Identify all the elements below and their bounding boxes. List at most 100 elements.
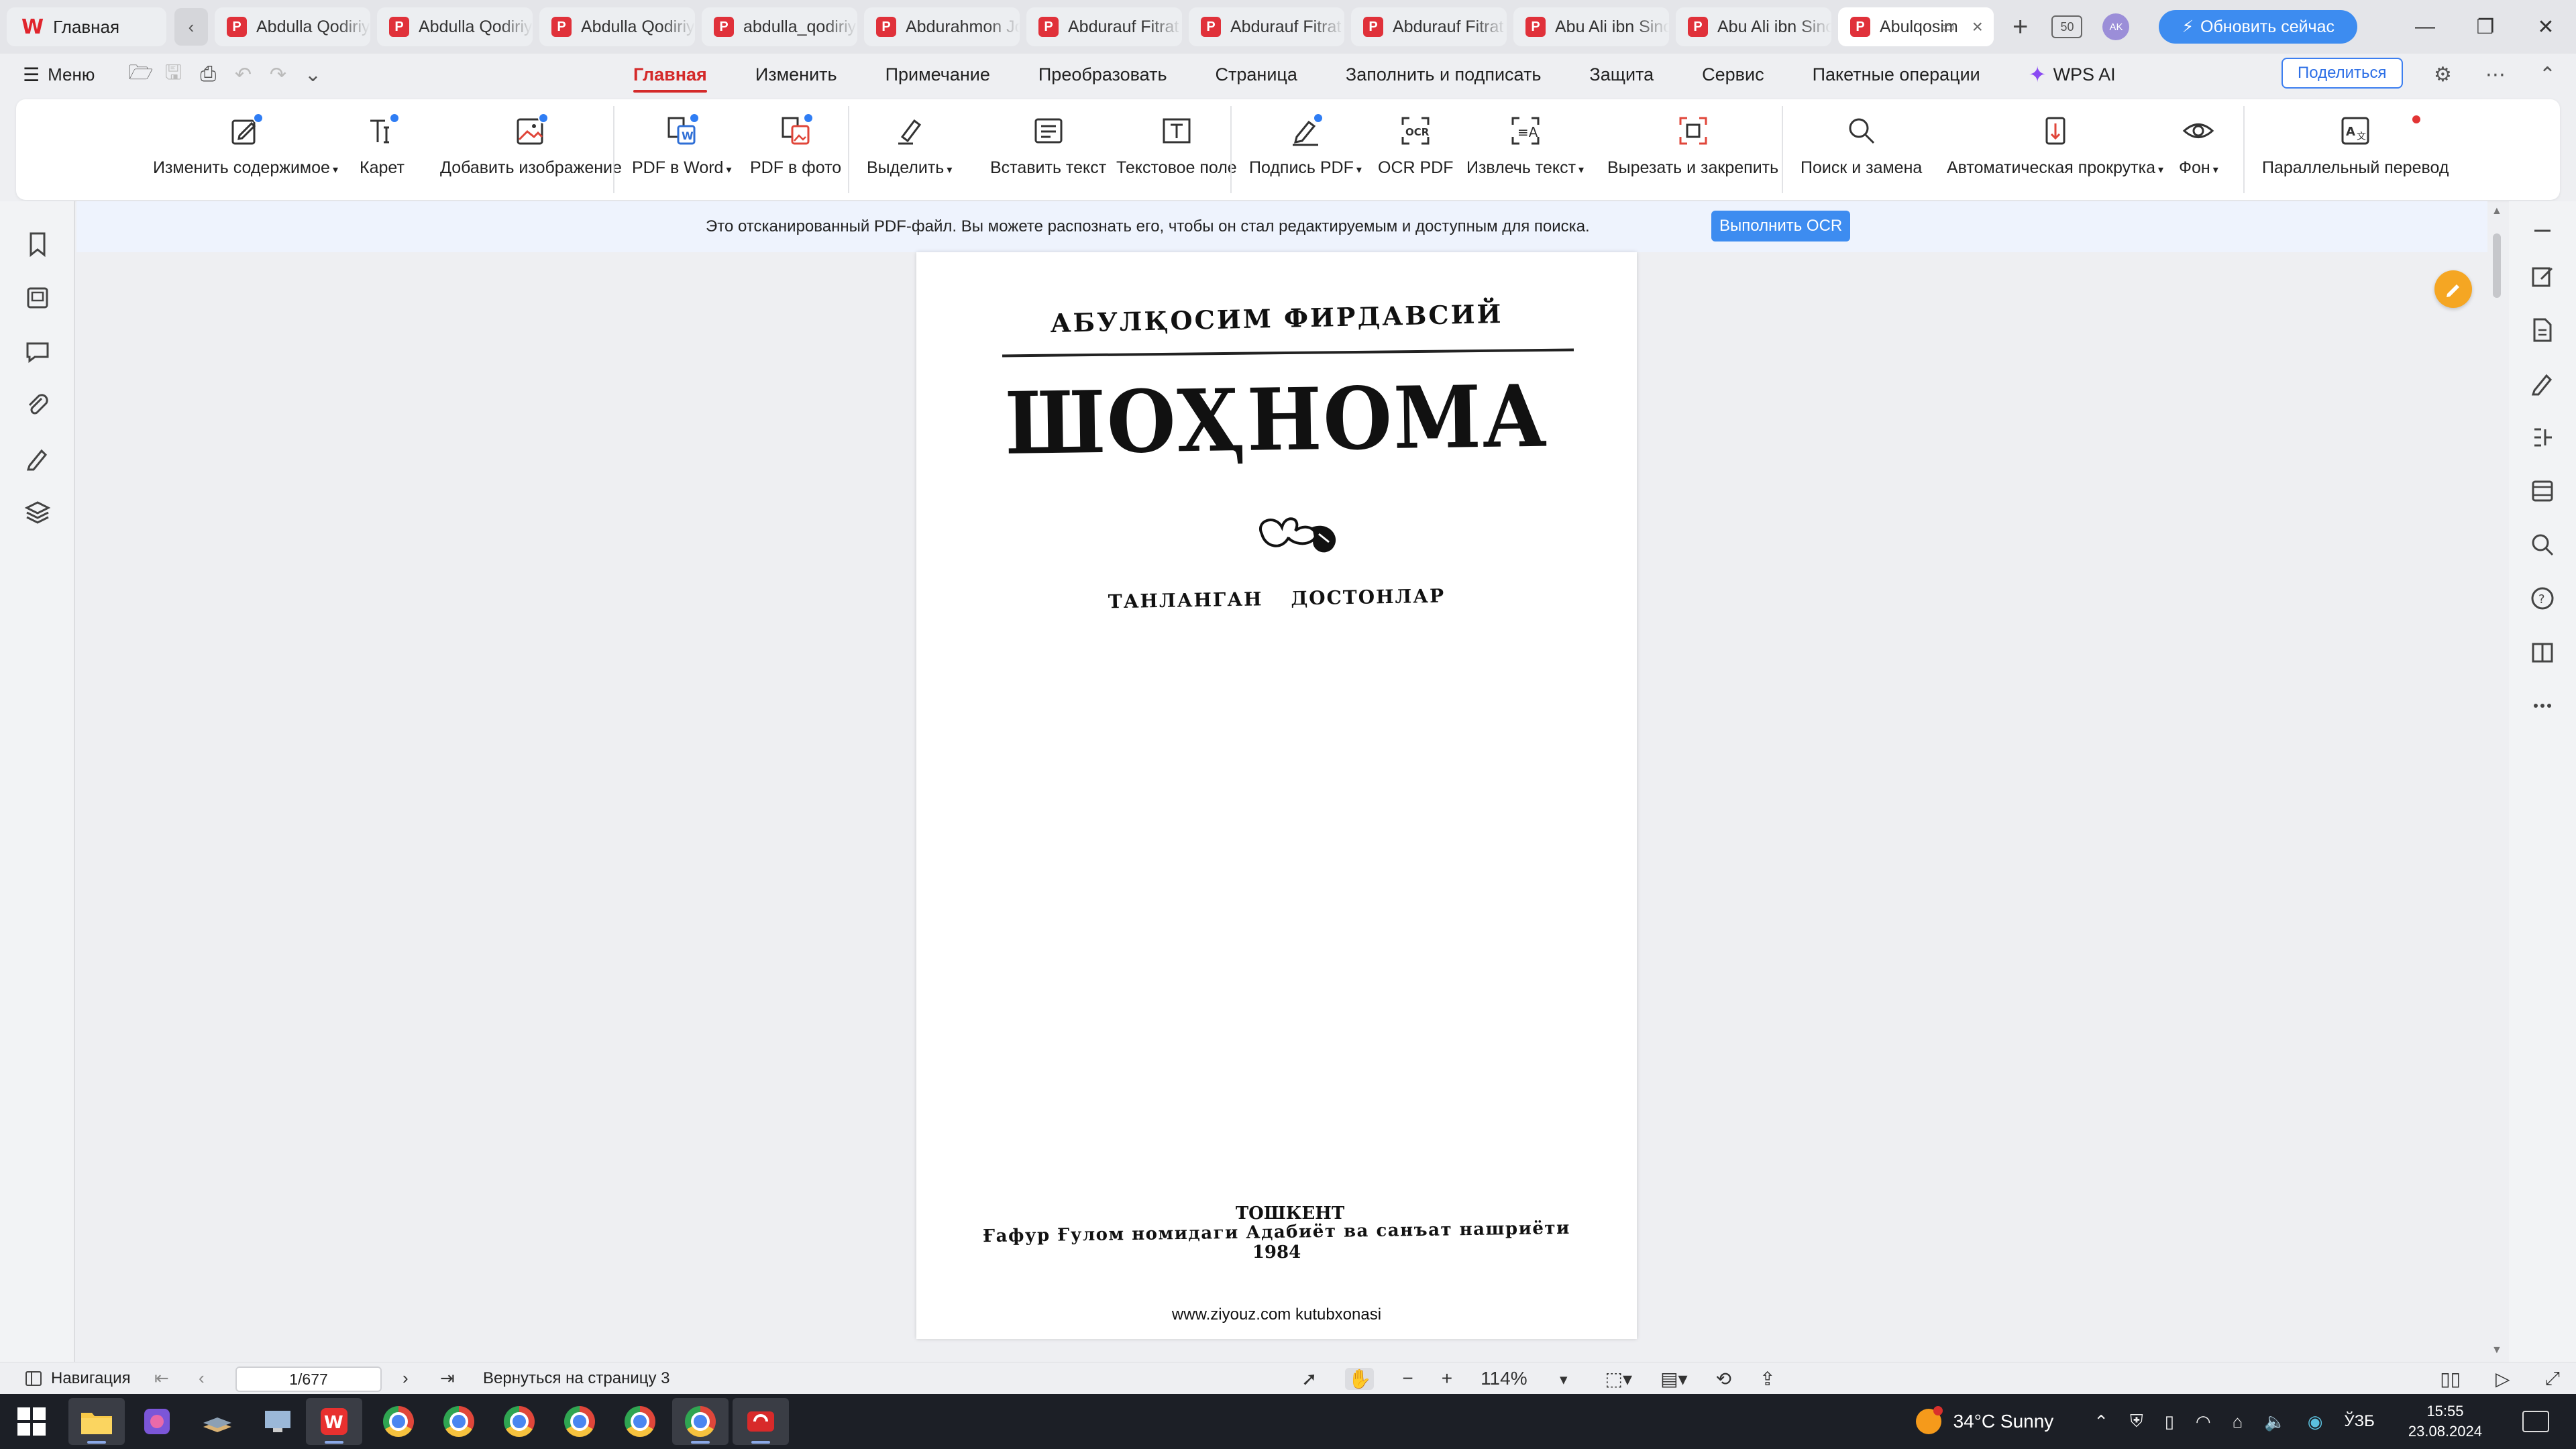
auto-scroll-button[interactable]: Автоматическая прокрутка ▾ (1947, 113, 2163, 178)
pdf-to-photo-button[interactable]: PDF в фото (750, 113, 841, 178)
app-icon-red[interactable] (733, 1398, 789, 1445)
document-tab[interactable]: P Abdulla Qodiriy (215, 7, 370, 46)
extract-text-button[interactable]: ≡A Извлечь текст ▾ (1466, 113, 1584, 178)
tab-tools[interactable]: Сервис (1702, 54, 1764, 95)
document-tab[interactable]: P Abu Ali ibn Sino (1513, 7, 1669, 46)
rotate-icon[interactable]: ⟲ (1716, 1368, 1731, 1390)
chevron-up-icon[interactable]: ⌃ (2094, 1411, 2108, 1432)
export-icon[interactable]: ⇪ (1760, 1368, 1775, 1390)
more-panels-icon[interactable] (2529, 692, 2556, 719)
scroll-up-icon[interactable]: ▲ (2491, 205, 2502, 217)
tab-close-icon[interactable]: × (1972, 16, 1983, 38)
floating-edit-button[interactable] (2434, 270, 2472, 308)
help-icon[interactable]: ? (2529, 585, 2556, 612)
undo-icon[interactable]: ↶ (233, 63, 253, 87)
security-shield-icon[interactable]: ⛨ (2130, 1411, 2143, 1432)
fullscreen-icon[interactable]: ⤢ (2545, 1368, 2560, 1390)
reading-mode-icon[interactable] (2529, 639, 2556, 665)
comments-icon[interactable] (24, 338, 51, 365)
zoom-level[interactable]: 114% ▾ (1481, 1368, 1567, 1389)
parallel-translate-button[interactable]: A文 Параллельный перевод (2262, 113, 2449, 178)
settings-gear-icon[interactable]: ⚙ (2434, 63, 2452, 87)
scroll-down-icon[interactable]: ▼ (2491, 1344, 2502, 1356)
edit-content-button[interactable]: Изменить содержимое ▾ (153, 113, 338, 178)
main-menu-button[interactable]: ☰ Меню (23, 64, 95, 86)
last-page-icon[interactable]: ⇥ (440, 1368, 455, 1389)
tab-fill-sign[interactable]: Заполнить и подписать (1346, 54, 1542, 95)
plan-badge[interactable]: 50 (2051, 15, 2083, 38)
redo-icon[interactable]: ↷ (268, 63, 288, 87)
search-panel-icon[interactable] (2529, 531, 2556, 558)
chrome-icon[interactable] (672, 1398, 729, 1445)
save-icon[interactable]: 🖫 (163, 58, 183, 92)
return-to-page-link[interactable]: Вернуться на страницу 3 (483, 1369, 670, 1388)
chrome-icon[interactable] (491, 1398, 547, 1445)
close-window-button[interactable]: ✕ (2516, 15, 2576, 39)
app-icon-photos[interactable] (129, 1398, 185, 1445)
chevron-down-icon[interactable]: ⌄ (303, 63, 323, 87)
tab-protect[interactable]: Защита (1589, 54, 1654, 95)
chrome-icon[interactable] (612, 1398, 668, 1445)
caret-button[interactable]: Карет (360, 113, 405, 178)
language-indicator[interactable]: ЎЗБ (2344, 1412, 2375, 1431)
film-panel-icon[interactable] (2529, 478, 2556, 504)
more-options-icon[interactable]: ⋯ (2485, 63, 2506, 87)
compare-panel-icon[interactable] (2529, 424, 2556, 451)
pdf-to-word-button[interactable]: W PDF в Word ▾ (632, 113, 731, 178)
collapse-ribbon-icon[interactable]: ⌃ (2539, 63, 2556, 87)
navigation-button[interactable]: Навигация (25, 1369, 131, 1388)
new-tab-button[interactable]: + (2012, 12, 2028, 42)
find-replace-button[interactable]: Поиск и замена (1801, 113, 1922, 178)
previous-page-icon[interactable]: ‹ (199, 1368, 205, 1389)
scrollbar-thumb[interactable] (2493, 233, 2501, 298)
document-tab[interactable]: P Abdurauf Fitrat (1189, 7, 1344, 46)
chrome-icon[interactable] (551, 1398, 608, 1445)
background-button[interactable]: Фон ▾ (2179, 113, 2218, 178)
app-icon-desktop[interactable] (250, 1398, 306, 1445)
thumbnails-icon[interactable] (24, 284, 51, 311)
document-tab[interactable]: P Abdulla Qodiriy (539, 7, 695, 46)
windows-start-icon[interactable] (17, 1407, 46, 1436)
dual-page-icon[interactable]: ▯▯ (2440, 1368, 2461, 1390)
document-tab-active[interactable]: P Abulqosim ▭ × (1838, 7, 1994, 46)
tab-convert[interactable]: Преобразовать (1038, 54, 1167, 95)
tab-monitor-icon[interactable]: ▭ (1941, 18, 1955, 36)
play-icon[interactable]: ▷ (2496, 1368, 2510, 1390)
highlight-button[interactable]: Выделить ▾ (867, 113, 952, 178)
insert-text-button[interactable]: Вставить текст (990, 113, 1106, 178)
notification-center-icon[interactable] (2522, 1411, 2549, 1432)
zoom-out-icon[interactable]: − (1402, 1368, 1413, 1389)
signature-icon[interactable] (24, 445, 51, 472)
wifi-icon[interactable]: ◠ (2196, 1411, 2211, 1432)
layers-icon[interactable] (24, 499, 51, 526)
sign-panel-icon[interactable] (2529, 370, 2556, 397)
fit-page-icon[interactable]: ⬚▾ (1605, 1368, 1633, 1390)
next-page-icon[interactable]: › (402, 1368, 409, 1389)
avatar[interactable]: AK (2102, 13, 2130, 40)
home-tab[interactable]: W Главная (7, 7, 166, 46)
cut-pin-button[interactable]: Вырезать и закрепить (1607, 113, 1778, 178)
document-tab[interactable]: P Abdurauf Fitrat (1351, 7, 1507, 46)
weather-widget[interactable]: 34°C Sunny (1915, 1406, 2053, 1434)
minimize-button[interactable]: — (2395, 15, 2455, 38)
clock[interactable]: 15:55 23.08.2024 (2408, 1401, 2482, 1442)
vpn-globe-icon[interactable]: ◉ (2308, 1411, 2323, 1432)
bookmark-icon[interactable] (24, 231, 51, 258)
hand-tool-icon[interactable]: ✋ (1345, 1367, 1375, 1390)
document-panel-icon[interactable] (2529, 317, 2556, 343)
document-tab[interactable]: Pabdulla_qodiriy (702, 7, 857, 46)
tab-scroll-left-button[interactable]: ‹ (174, 8, 208, 46)
text-field-button[interactable]: Текстовое поле (1116, 113, 1237, 178)
network-icon[interactable]: ⌂ (2233, 1411, 2243, 1432)
app-icon-books[interactable] (189, 1398, 246, 1445)
first-page-icon[interactable]: ⇤ (154, 1368, 169, 1389)
page-layout-icon[interactable]: ▤▾ (1660, 1368, 1688, 1390)
chrome-icon[interactable] (370, 1398, 427, 1445)
file-explorer-icon[interactable] (68, 1398, 125, 1445)
page-number-input[interactable]: 1/677 (235, 1366, 382, 1392)
upgrade-now-button[interactable]: ⚡ Обновить сейчас (2159, 10, 2357, 44)
minimize-panel-icon[interactable] (2529, 217, 2556, 244)
tab-wps-ai[interactable]: ✦ WPS AI (2029, 54, 2116, 95)
wps-office-icon[interactable]: W (306, 1398, 362, 1445)
document-tab[interactable]: P Abdurahmon Jomiy (864, 7, 1020, 46)
